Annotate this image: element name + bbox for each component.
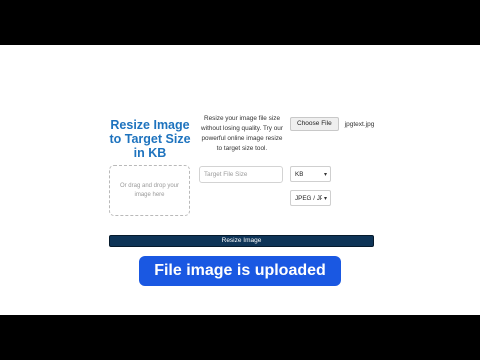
page-title: Resize Image to Target Size in KB: [109, 118, 191, 160]
letterbox-top: [0, 0, 480, 45]
selected-file-name: jpgtext.jpg: [344, 120, 375, 128]
caption-banner: File image is uploaded: [139, 256, 341, 286]
letterbox-bottom: [0, 315, 480, 360]
choose-file-button[interactable]: Choose File: [290, 117, 339, 131]
format-select[interactable]: JPEG / JP ▾: [290, 190, 331, 206]
target-size-input[interactable]: [199, 166, 283, 183]
tool-description: Resize your image file size without losi…: [201, 115, 283, 152]
file-input[interactable]: Choose File jpgtext.jpg: [290, 117, 374, 131]
format-select-value: JPEG / JP: [295, 194, 322, 202]
chevron-down-icon: ▾: [323, 195, 327, 202]
drop-zone[interactable]: Or drag and drop your image here: [109, 165, 190, 216]
resize-image-button[interactable]: Resize Image: [109, 235, 374, 247]
chevron-down-icon: ▾: [323, 171, 327, 178]
drop-zone-text: Or drag and drop your image here: [119, 182, 180, 198]
unit-select[interactable]: KB ▾: [290, 166, 331, 182]
unit-select-value: KB: [295, 170, 304, 178]
